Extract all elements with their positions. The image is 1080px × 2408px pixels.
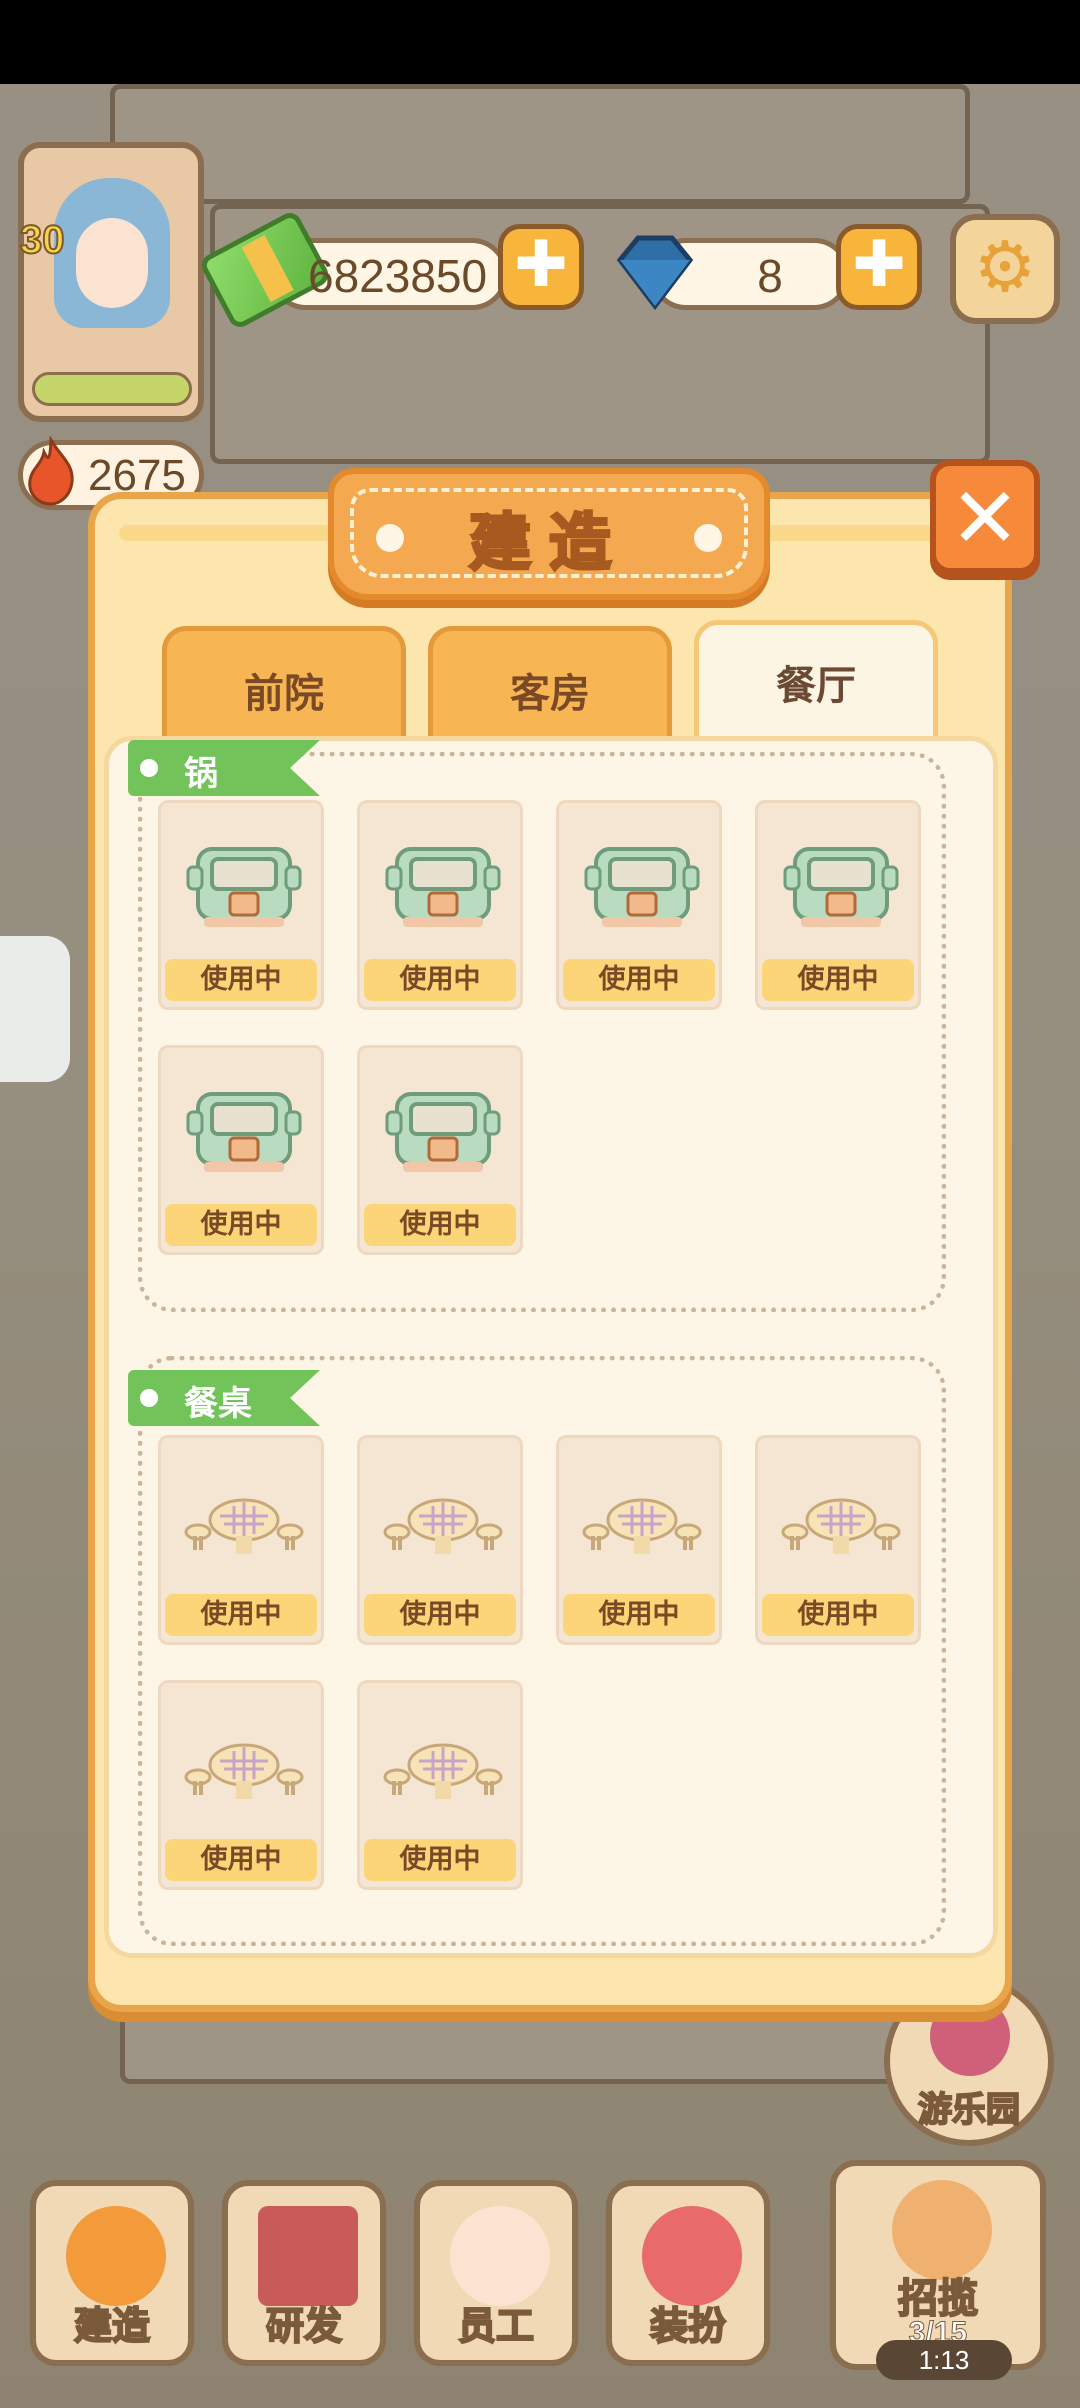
item-status-badge: 使用中 [165, 1839, 317, 1881]
pot-item-card[interactable]: 使用中 [357, 800, 523, 1010]
nav-build-label: 建造 [73, 2303, 151, 2349]
table-item-card[interactable]: 使用中 [357, 1435, 523, 1645]
hard-hat-icon [66, 2206, 166, 2306]
table-item-card[interactable]: 使用中 [755, 1435, 921, 1645]
close-icon: ✕ [949, 469, 1021, 567]
dining-table-icon [184, 1707, 304, 1817]
dining-table-icon [781, 1462, 901, 1572]
pot-item-card[interactable]: 使用中 [755, 800, 921, 1010]
plus-icon: ✚ [852, 228, 906, 302]
megaphone-icon [892, 2180, 992, 2280]
tab-guest-rooms[interactable]: 客房 [428, 626, 672, 742]
pot-icon [383, 827, 503, 937]
ribbon-dot [140, 1389, 158, 1407]
dining-table-icon [184, 1462, 304, 1572]
pot-item-card[interactable]: 使用中 [158, 1045, 324, 1255]
item-status-badge: 使用中 [364, 1204, 516, 1246]
section-title: 餐桌 [184, 1384, 252, 1424]
add-gems-button[interactable]: ✚ [836, 224, 922, 310]
nav-research-button[interactable]: 研发 [222, 2180, 386, 2366]
pot-item-card[interactable]: 使用中 [158, 800, 324, 1010]
tab-label: 前院 [244, 671, 324, 717]
book-icon [258, 2206, 358, 2306]
money-amount: 6823850 [308, 250, 488, 302]
tab-label: 客房 [510, 671, 590, 717]
table-item-card[interactable]: 使用中 [158, 1680, 324, 1890]
level-progress-bar [32, 372, 192, 406]
tab-restaurant[interactable]: 餐厅 [694, 620, 938, 744]
ribbon-dot [140, 759, 158, 777]
player-level: 30 [19, 217, 66, 263]
amusement-park-label: 游乐园 [917, 2089, 1021, 2131]
side-event-button[interactable] [0, 936, 70, 1082]
gem-amount: 8 [757, 250, 783, 302]
item-status-badge: 使用中 [364, 1839, 516, 1881]
section-tables-header: 餐桌 [128, 1370, 320, 1426]
recruit-button[interactable]: 招揽 3/15 1:13 [830, 2160, 1046, 2380]
nav-staff-label: 员工 [457, 2303, 535, 2349]
nav-staff-button[interactable]: 员工 [414, 2180, 578, 2366]
diamond-icon [616, 235, 694, 311]
dining-table-icon [582, 1462, 702, 1572]
nav-dress-label: 装扮 [649, 2303, 727, 2349]
tab-front-yard[interactable]: 前院 [162, 626, 406, 742]
add-money-button[interactable]: ✚ [498, 224, 584, 310]
tab-label: 餐厅 [776, 663, 856, 709]
plus-icon: ✚ [514, 228, 568, 302]
pot-icon [582, 827, 702, 937]
item-status-badge: 使用中 [762, 1594, 914, 1636]
pot-icon [184, 827, 304, 937]
item-status-badge: 使用中 [762, 959, 914, 1001]
bow-icon [642, 2206, 742, 2306]
section-pots-header: 锅 [128, 740, 320, 796]
pot-icon [383, 1072, 503, 1182]
item-status-badge: 使用中 [563, 959, 715, 1001]
pot-icon [184, 1072, 304, 1182]
settings-button[interactable]: ⚙ [950, 214, 1060, 324]
dialog-title: 建造 [467, 505, 629, 581]
gear-icon: ⚙ [973, 226, 1037, 308]
nav-research-label: 研发 [265, 2303, 343, 2349]
pot-icon [781, 827, 901, 937]
fire-icon [24, 434, 82, 508]
chef-icon [450, 2206, 550, 2306]
table-item-card[interactable]: 使用中 [158, 1435, 324, 1645]
nav-build-button[interactable]: 建造 [30, 2180, 194, 2366]
dining-table-icon [383, 1462, 503, 1572]
pot-item-card[interactable]: 使用中 [556, 800, 722, 1010]
pot-item-card[interactable]: 使用中 [357, 1045, 523, 1255]
table-item-card[interactable]: 使用中 [556, 1435, 722, 1645]
item-status-badge: 使用中 [165, 1204, 317, 1246]
dining-table-icon [383, 1707, 503, 1817]
table-item-card[interactable]: 使用中 [357, 1680, 523, 1890]
item-status-badge: 使用中 [364, 1594, 516, 1636]
section-title: 锅 [184, 754, 218, 794]
item-status-badge: 使用中 [165, 1594, 317, 1636]
item-status-badge: 使用中 [364, 959, 516, 1001]
item-status-badge: 使用中 [165, 959, 317, 1001]
dialog-title-banner: 建造 [328, 468, 770, 600]
close-button[interactable]: ✕ [930, 460, 1040, 574]
recruit-timer: 1:13 [876, 2340, 1012, 2380]
item-status-badge: 使用中 [563, 1594, 715, 1636]
player-avatar[interactable] [18, 142, 204, 422]
nav-dress-button[interactable]: 装扮 [606, 2180, 770, 2366]
